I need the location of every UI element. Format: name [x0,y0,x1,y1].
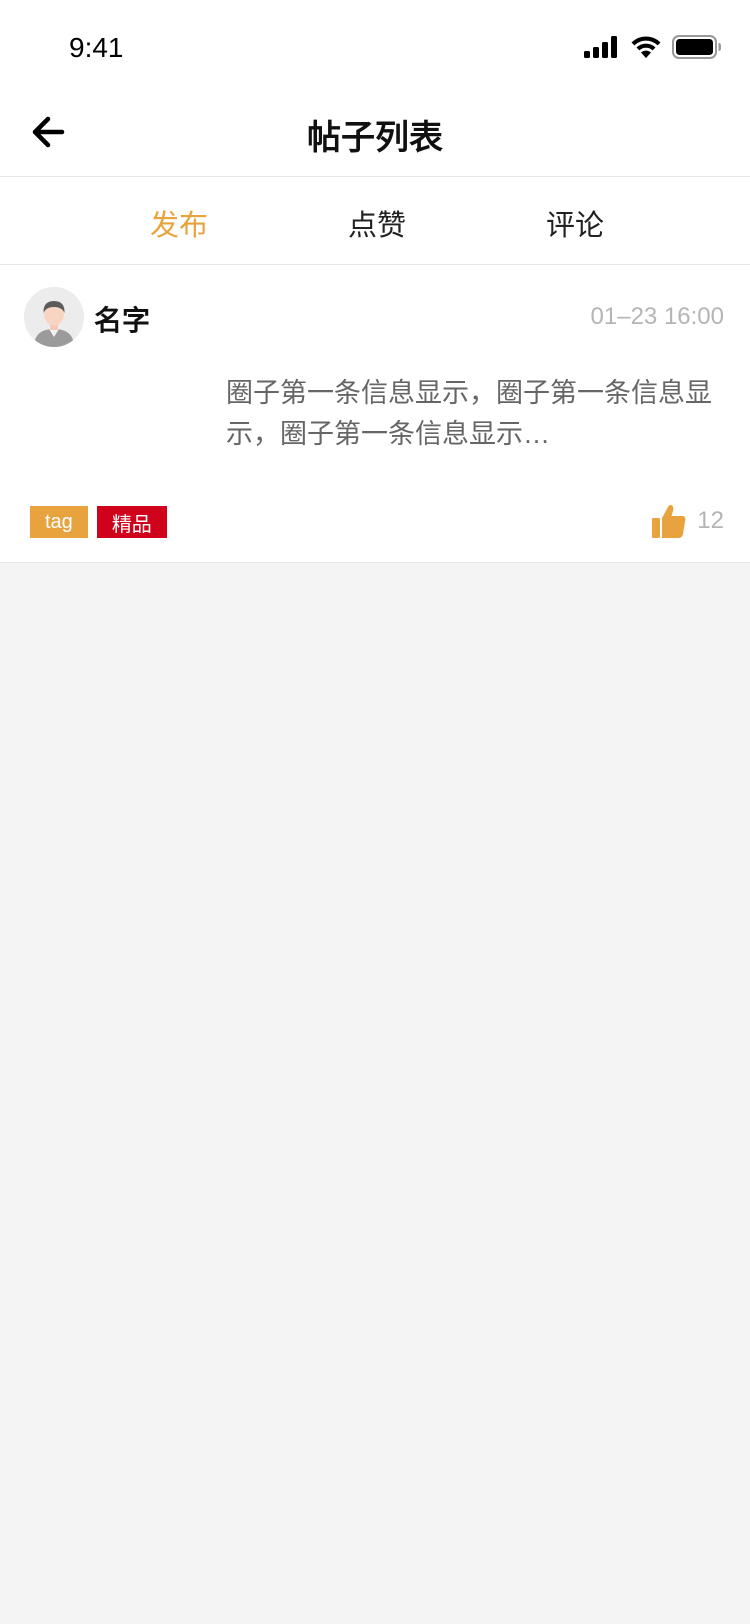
user-avatar-icon [24,287,84,347]
thumbs-up-icon [652,505,686,538]
wifi-icon [631,36,661,58]
like-count: 12 [697,507,724,534]
empty-list-area [0,563,750,1624]
tab-comments[interactable]: 评论 [546,202,604,244]
featured-badge: 精品 [96,506,167,538]
post-card[interactable]: 名字 01–23 16:00 圈子第一条信息显示，圈子第一条信息显示，圈子第一条… [0,265,750,563]
post-timestamp: 01–23 16:00 [590,303,724,330]
page-title: 帖子列表 [307,119,443,157]
like-button[interactable]: 12 [651,503,724,539]
battery-icon [672,35,721,59]
signal-icon [584,36,617,58]
status-time: 9:41 [69,32,124,63]
tab-bar: 发布 点赞 评论 [0,177,750,265]
nav-bar: 帖子列表 [0,88,750,177]
tag-badge: tag [30,506,88,538]
tab-publish[interactable]: 发布 [150,202,208,244]
status-icons [584,34,722,60]
status-bar: 9:41 [0,0,750,88]
author-name[interactable]: 名字 [94,299,150,339]
screen: 9:41 帖子列表 发布 点赞 评论 名字 01–23 16:00 圈子第一条信… [0,0,750,1624]
tab-likes[interactable]: 点赞 [348,202,406,244]
post-content[interactable]: 圈子第一条信息显示，圈子第一条信息显示，圈子第一条信息显示… [226,373,716,455]
tag-row: tag 精品 [30,506,167,538]
avatar[interactable] [24,287,84,347]
